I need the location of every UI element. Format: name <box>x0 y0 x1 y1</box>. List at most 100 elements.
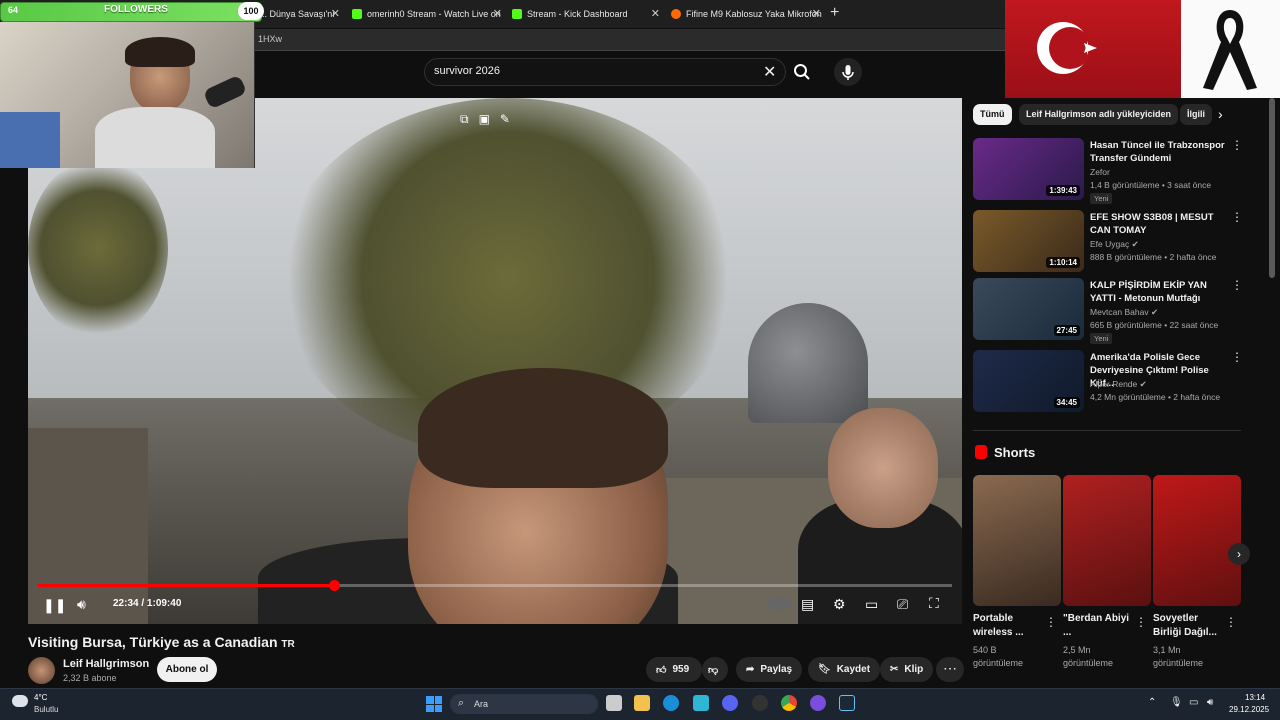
channel-name[interactable]: Efe Uygaç ✔ <box>1090 239 1139 250</box>
recommended-item[interactable]: 27:45 KALP PİŞİRDİM EKİP YAN YATTI - Met… <box>973 278 1273 344</box>
picture-in-picture-icon[interactable]: ⧉ <box>460 112 469 127</box>
close-icon[interactable]: ✕ <box>493 7 502 20</box>
clear-search-icon[interactable]: ✕ <box>763 62 776 82</box>
short-thumbnail[interactable] <box>973 475 1061 606</box>
app-icon[interactable] <box>693 695 709 711</box>
recommended-item[interactable]: 1:10:14 EFE SHOW S3B08 | MESUT CAN TOMAY… <box>973 210 1273 274</box>
search-button[interactable] <box>788 58 816 86</box>
video-thumbnail[interactable]: 34:45 <box>973 350 1084 412</box>
clock-time[interactable]: 13:14 <box>1245 693 1265 702</box>
recommended-item[interactable]: 1:39:43 Hasan Tüncel ile Trabzonspor Tra… <box>973 138 1273 204</box>
more-options-icon[interactable]: ⋮ <box>1231 350 1243 364</box>
kick-icon <box>352 9 362 19</box>
like-button[interactable]: 👍︎ 959 <box>646 657 702 682</box>
browser-tab-4[interactable]: Fifine M9 Kablosuz Yaka Mikrofon ✕ <box>665 3 825 25</box>
clock-date[interactable]: 29.12.2025 <box>1229 705 1269 714</box>
discord-icon[interactable] <box>722 695 738 711</box>
recommended-item[interactable]: 34:45 Amerika'da Polisle Gece Devriyesin… <box>973 350 1273 414</box>
save-button[interactable]: 🔖︎ Kaydet <box>808 657 881 682</box>
file-explorer-icon[interactable] <box>634 695 650 711</box>
video-player[interactable]: ⧉ ▣ ✎ <box>28 98 962 624</box>
channel-name[interactable]: Mevtcan Bahav ✔ <box>1090 307 1158 318</box>
search-query[interactable]: survivor 2026 <box>434 65 500 77</box>
theater-mode-icon[interactable]: ▭ <box>865 596 878 613</box>
channel-name[interactable]: Alper Rende ✔ <box>1090 379 1147 390</box>
obs-icon[interactable] <box>810 695 826 711</box>
weather-temperature[interactable]: 4°C <box>34 693 47 702</box>
more-options-icon[interactable]: ⋮ <box>1231 278 1243 292</box>
volume-icon[interactable]: 🔊︎ <box>1207 697 1213 708</box>
chip-from-uploader[interactable]: Leif Hallgrimson adlı yükleyiciden <box>1019 104 1179 125</box>
video-title[interactable]: Hasan Tüncel ile Trabzonspor Transfer Gü… <box>1090 139 1230 165</box>
settings-icon[interactable]: ⚙ <box>833 596 846 613</box>
task-view-icon[interactable] <box>606 695 622 711</box>
taskbar-search-placeholder[interactable]: Ara <box>474 699 488 709</box>
channel-avatar[interactable] <box>28 657 55 684</box>
miniplayer-icon[interactable]: ▣ <box>479 112 490 127</box>
channel-name[interactable]: Zefor <box>1090 167 1110 177</box>
short-title[interactable]: "Berdan Abiyi ... <box>1063 612 1133 640</box>
edge-icon[interactable] <box>663 695 679 711</box>
windows-start-icon[interactable] <box>426 696 442 712</box>
channel-name[interactable]: Leif Hallgrimson <box>63 658 149 670</box>
more-options-icon[interactable]: ⋮ <box>1231 210 1243 224</box>
voice-search-button[interactable] <box>834 58 862 86</box>
chrome-icon[interactable] <box>781 695 797 711</box>
share-button[interactable]: ➦ Paylaş <box>736 657 803 682</box>
video-thumbnail[interactable]: 1:10:14 <box>973 210 1084 272</box>
taskbar-search-box[interactable] <box>450 694 598 714</box>
pause-icon[interactable]: ❚❚ <box>43 597 66 614</box>
more-options-icon[interactable]: ⋮ <box>1231 138 1243 152</box>
video-frame-dome <box>748 303 868 423</box>
more-options-icon[interactable]: ⋮ <box>1225 615 1237 629</box>
close-icon[interactable]: ✕ <box>812 7 821 20</box>
browser-tab-3[interactable]: Stream - Kick Dashboard ✕ <box>506 3 664 25</box>
new-tab-button[interactable]: + <box>830 4 839 22</box>
progress-fill[interactable] <box>38 584 335 587</box>
short-thumbnail[interactable] <box>1153 475 1241 606</box>
chevron-right-icon[interactable]: › <box>1218 106 1223 122</box>
short-title[interactable]: Sovyetler Birliği Dağıl... <box>1153 612 1223 640</box>
crescent-star-icon <box>1037 22 1097 74</box>
video-title[interactable]: KALP PİŞİRDİM EKİP YAN YATTI - Metonun M… <box>1090 279 1230 305</box>
chip-related[interactable]: İlgili <box>1180 104 1212 125</box>
chevron-right-icon[interactable]: › <box>1228 543 1250 565</box>
subscribe-button[interactable]: Abone ol <box>157 657 217 682</box>
more-options-icon[interactable]: ⋮ <box>1135 615 1147 629</box>
short-thumbnail[interactable] <box>1063 475 1151 606</box>
autoplay-toggle[interactable] <box>766 598 792 610</box>
more-actions-button[interactable]: ⋯ <box>936 657 964 682</box>
video-title[interactable]: EFE SHOW S3B08 | MESUT CAN TOMAY <box>1090 211 1230 237</box>
video-thumbnail[interactable]: 27:45 <box>973 278 1084 340</box>
address-bar[interactable] <box>255 29 1005 51</box>
short-title[interactable]: Portable wireless ... <box>973 612 1043 640</box>
more-options-icon[interactable]: ⋮ <box>1045 615 1057 629</box>
subtitles-icon[interactable]: ▤ <box>801 596 814 613</box>
channel-name-text: Alper Rende <box>1090 379 1138 389</box>
webcam-overlay <box>0 22 255 168</box>
cast-icon[interactable]: ⎚ <box>897 596 908 613</box>
video-frame-tree-left <box>28 158 168 338</box>
steam-icon[interactable] <box>839 695 855 711</box>
scrollbar[interactable] <box>1269 98 1275 278</box>
microphone-icon[interactable]: 🎙︎ <box>1170 697 1183 708</box>
video-thumbnail[interactable]: 1:39:43 <box>973 138 1084 200</box>
chevron-up-icon[interactable]: ⌃ <box>1148 697 1156 708</box>
tab-label: omerinh0 Stream - Watch Live on <box>367 9 501 19</box>
close-icon[interactable]: ✕ <box>331 7 340 20</box>
address-text[interactable]: 1HXw <box>258 34 282 44</box>
browser-tab-2[interactable]: omerinh0 Stream - Watch Live on ✕ <box>346 3 506 25</box>
volume-icon[interactable]: 🔊︎ <box>77 596 86 613</box>
close-icon[interactable]: ✕ <box>651 7 660 20</box>
clip-button[interactable]: ✂ Klip <box>880 657 934 682</box>
cloud-icon[interactable] <box>12 695 28 707</box>
fullscreen-icon[interactable]: ⛶ <box>929 595 939 612</box>
app-icon[interactable] <box>752 695 768 711</box>
edit-icon[interactable]: ✎ <box>500 112 510 127</box>
chip-all[interactable]: Tümü <box>973 104 1012 125</box>
weather-description[interactable]: Bulutlu <box>34 705 58 714</box>
dislike-button[interactable]: 👎︎ <box>702 657 728 682</box>
video-duration: 27:45 <box>1053 325 1080 336</box>
channel-name-text: Efe Uygaç <box>1090 239 1130 249</box>
network-icon[interactable]: ▭ <box>1189 697 1198 708</box>
